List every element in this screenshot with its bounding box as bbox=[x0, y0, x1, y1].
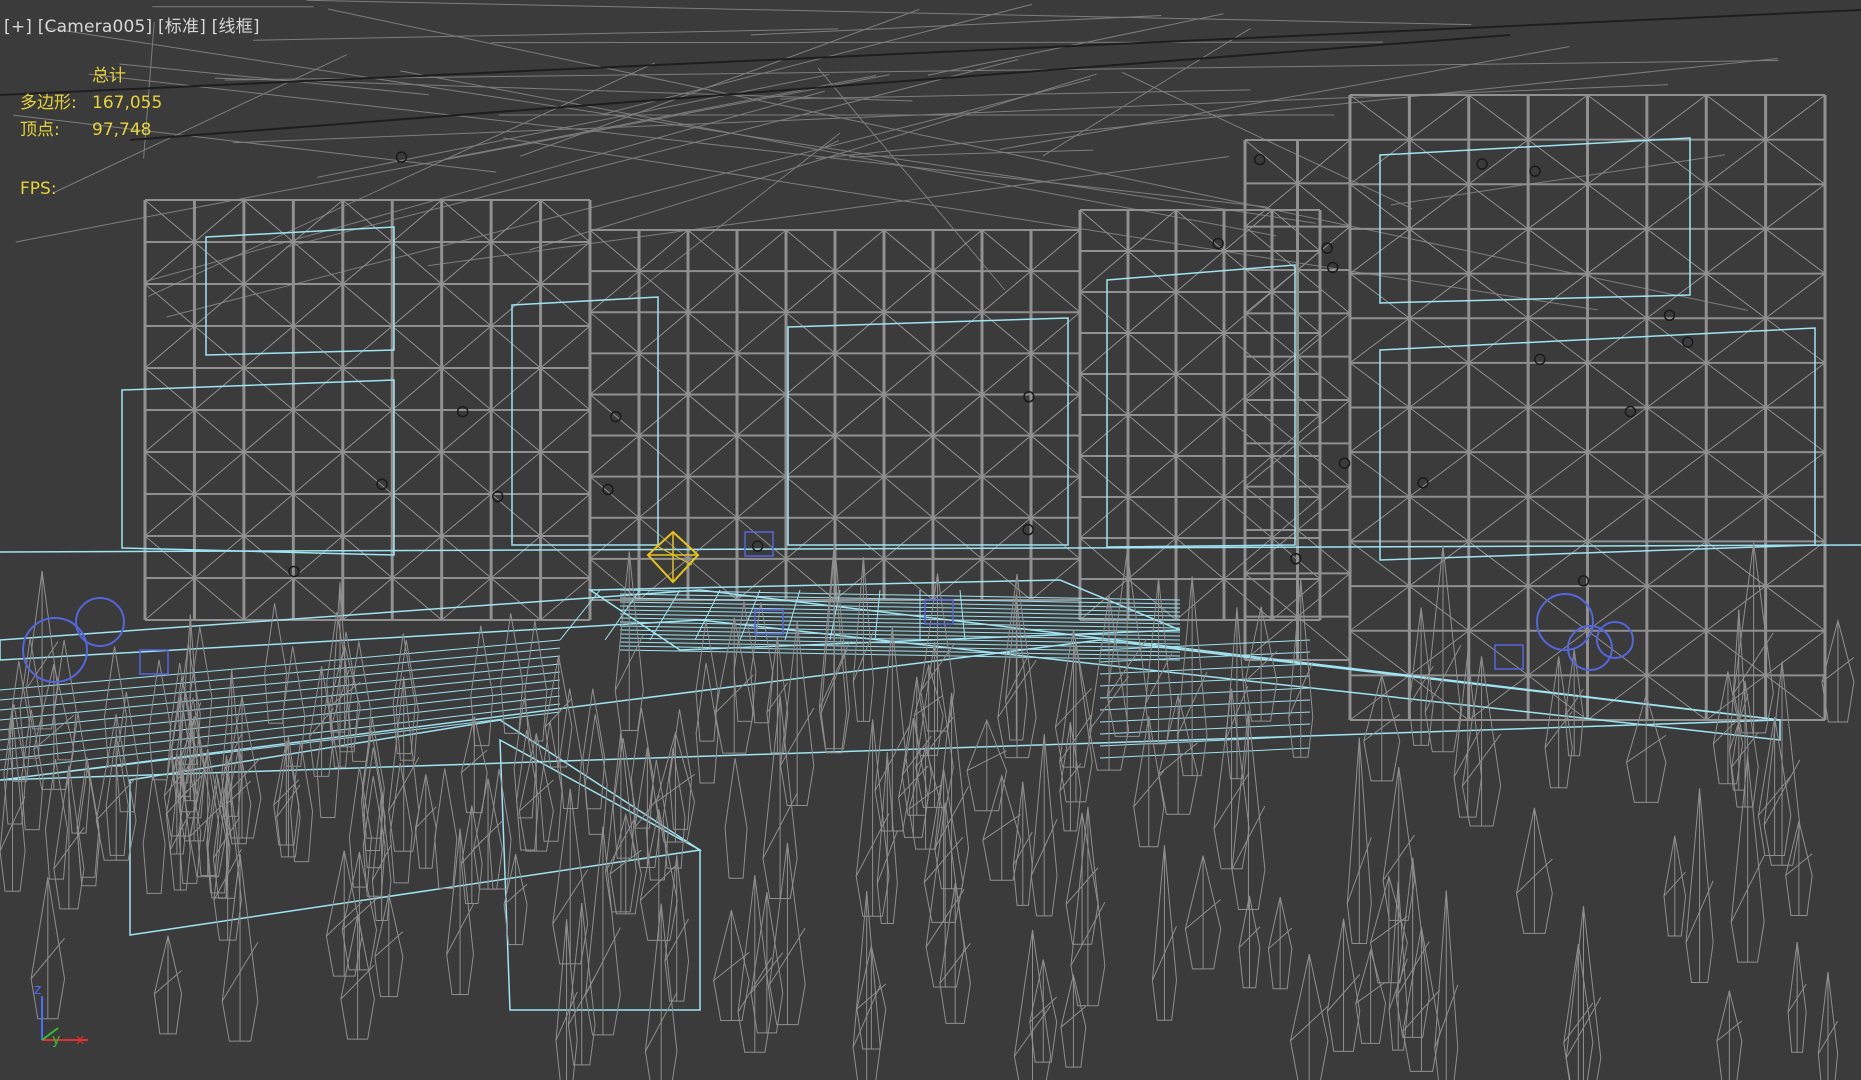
axis-z-label: z bbox=[34, 982, 41, 998]
stats-header: 总计 bbox=[92, 66, 126, 86]
viewport-menu-button[interactable]: [+] bbox=[4, 17, 32, 37]
audience-crowd-wireframe bbox=[0, 541, 1855, 1080]
vertices-value: 97,748 bbox=[92, 120, 152, 140]
fps-label: FPS: bbox=[20, 179, 57, 199]
axis-y-label: y bbox=[52, 1032, 60, 1048]
polygons-value: 167,055 bbox=[92, 93, 163, 113]
camera-selector[interactable]: [Camera005] bbox=[38, 17, 153, 37]
axis-x-label: x bbox=[76, 1032, 84, 1048]
axis-tripod-icon: z y x bbox=[34, 982, 88, 1048]
shading-selector[interactable]: [标准] bbox=[158, 17, 206, 37]
render-mode-selector[interactable]: [线框] bbox=[212, 17, 260, 37]
vertices-label: 顶点: bbox=[20, 120, 60, 140]
polygons-label: 多边形: bbox=[20, 93, 77, 113]
viewport-label[interactable]: [+] [Camera005] [标准] [线框] bbox=[4, 12, 260, 37]
wireframe-scene[interactable] bbox=[0, 0, 1861, 1080]
scaffold-truss-wireframe bbox=[143, 94, 1827, 721]
statistics-overlay: 总计 多边形: 167,055 顶点: 97,748 FPS: bbox=[20, 63, 162, 203]
3d-viewport[interactable]: [+] [Camera005] [标准] [线框] 总计 多边形: 167,05… bbox=[0, 0, 1861, 1080]
